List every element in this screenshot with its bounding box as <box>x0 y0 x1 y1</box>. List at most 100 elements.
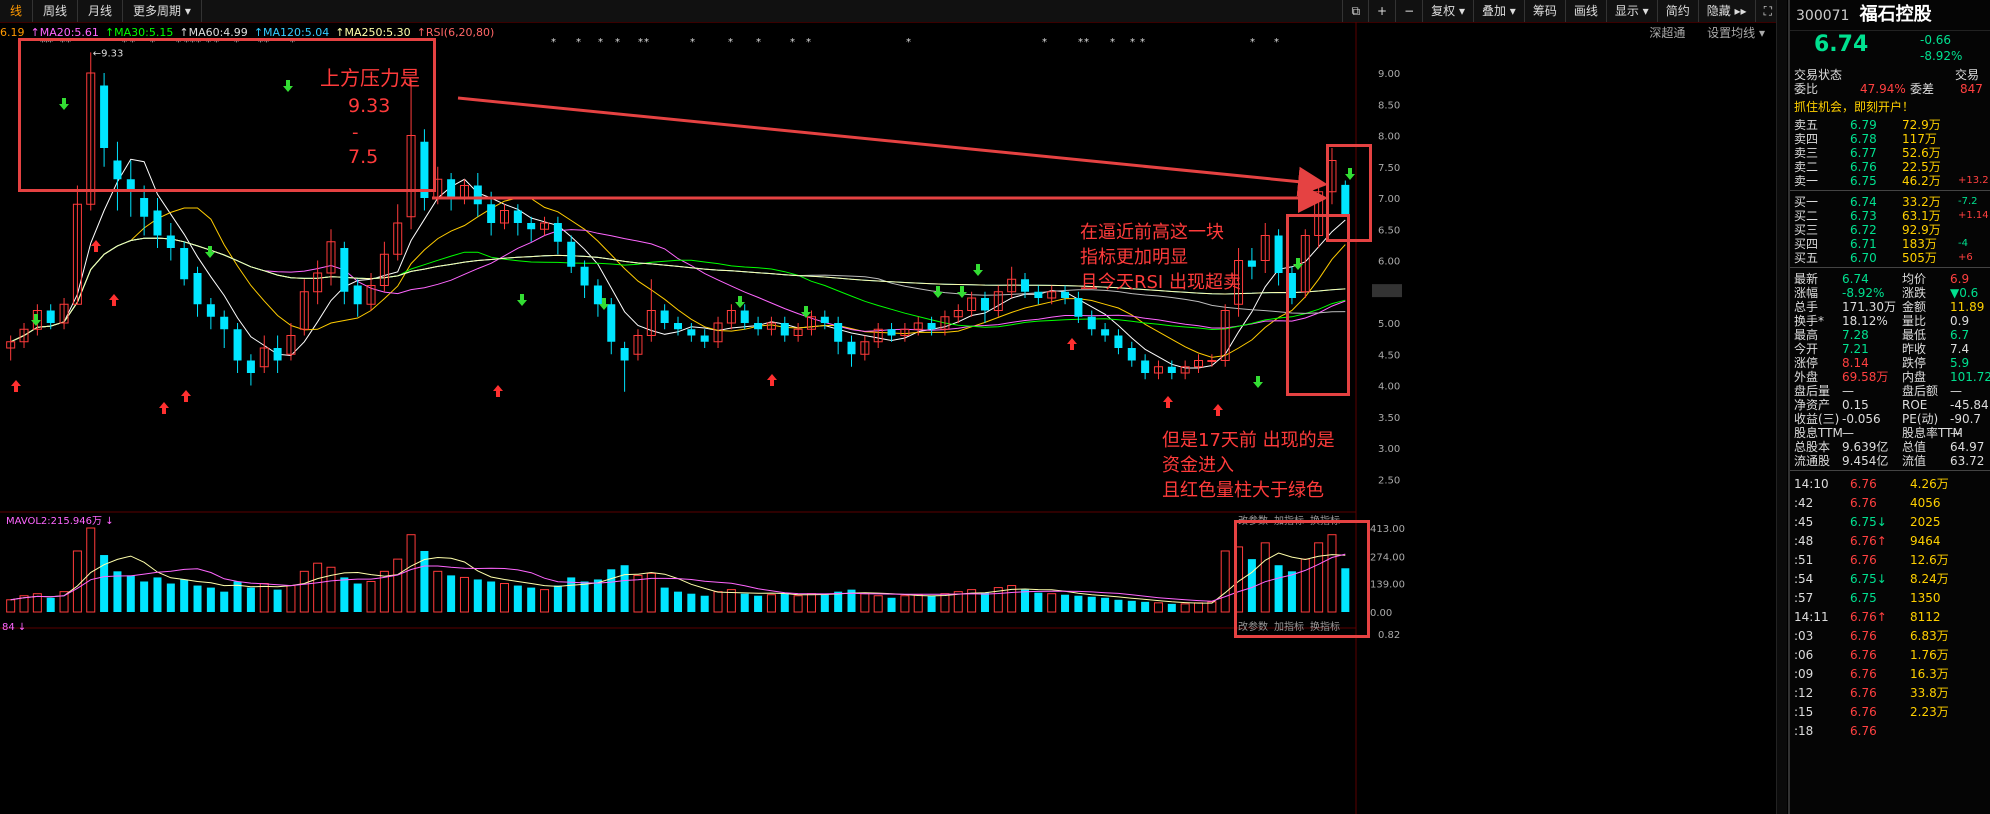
candle-body <box>166 235 175 248</box>
volume-surge-box <box>1234 520 1370 638</box>
volume-bar <box>673 591 683 612</box>
stat-label: 涨跌 <box>1902 286 1927 300</box>
bids-level[interactable]: 买五 6.70 505万 +6 <box>1790 251 1990 265</box>
tick-volume: 33.8万 <box>1910 686 1949 700</box>
volume-bar <box>687 593 696 612</box>
sell-signal-arrow <box>801 306 811 318</box>
price-axis-label: 3.00 <box>1378 444 1400 455</box>
ask-levels: 卖五 6.79 72.9万 卖四 6.78 117万 卖三 6.77 52.6万 卖二 6.76 22… <box>1790 118 1990 188</box>
buy-signal-arrow <box>91 240 101 252</box>
volume-bar <box>620 565 629 612</box>
tick-time: :03 <box>1794 629 1814 643</box>
candle-body <box>1247 260 1256 267</box>
level-delta: +13.2 <box>1958 175 1989 186</box>
panel-splitter[interactable] <box>1776 0 1787 814</box>
volume-bar <box>72 550 82 613</box>
volume-bar <box>46 597 55 612</box>
level-price: 6.74 <box>1850 195 1877 209</box>
volume-bar <box>607 569 616 612</box>
candle-body <box>1061 291 1070 298</box>
volume-bar <box>1114 599 1123 612</box>
stock-name[interactable]: 福石控股 <box>1860 4 1932 25</box>
recent-rally-box <box>1286 214 1350 396</box>
volume-note-line2: 资金进入 <box>1162 455 1234 476</box>
promo-text[interactable]: 抓住机会，即刻开户！ <box>1794 100 1914 114</box>
tick-time: :48 <box>1794 534 1814 548</box>
asks-level[interactable]: 卖二 6.76 22.5万 <box>1790 160 1990 174</box>
volume-bar <box>660 587 669 612</box>
bids-level[interactable]: 买四 6.71 183万 -4 <box>1790 237 1990 251</box>
stat-label: 总值 <box>1902 440 1927 454</box>
volume-bar <box>1021 589 1030 612</box>
resistance-low: 7.5 <box>348 146 379 168</box>
bids-level[interactable]: 买一 6.74 33.2万 -7.2 <box>1790 195 1990 209</box>
stat-row: 换手* 18.12% 量比 0.9 <box>1790 314 1990 328</box>
candle-body <box>1207 360 1217 362</box>
bids-level[interactable]: 买三 6.72 92.9万 <box>1790 223 1990 237</box>
volume-bar <box>220 591 229 612</box>
asks-level[interactable]: 卖一 6.75 46.2万 +13.2 <box>1790 174 1990 188</box>
tick-volume: 2025 <box>1910 515 1941 529</box>
tick-price: 6.76 <box>1850 477 1877 491</box>
signal-star: * <box>728 37 733 48</box>
tick-price: 6.76↑ <box>1850 610 1887 624</box>
stats-divider <box>1790 267 1990 270</box>
volume-bar <box>633 574 643 613</box>
asks-level[interactable]: 卖三 6.77 52.6万 <box>1790 146 1990 160</box>
stat-label: 跌停 <box>1902 356 1927 370</box>
tick-time: :18 <box>1794 724 1814 738</box>
quote-panel: 300071 福石控股 6.74 -0.66 -8.92% 交易状态 交易 委比… <box>1788 0 1990 814</box>
promo-link[interactable]: 抓住机会，即刻开户！ <box>1790 100 1990 114</box>
volume-bar <box>793 595 803 613</box>
candle-body <box>834 323 843 342</box>
tick-price: 6.75↓ <box>1850 572 1887 586</box>
volume-bar <box>513 585 522 612</box>
stat-row: 总手 171.30万 金额 11.89 <box>1790 300 1990 314</box>
level-volume: 505万 <box>1902 251 1937 265</box>
tick-time: :09 <box>1794 667 1814 681</box>
stat-value: 11.89 <box>1950 300 1985 314</box>
volume-bar <box>140 581 149 612</box>
volume-bar <box>393 558 403 613</box>
stat-value: — <box>1842 384 1854 398</box>
tick-time: :42 <box>1794 496 1814 510</box>
price-axis-label: 5.00 <box>1378 319 1400 330</box>
signal-star: * <box>790 37 795 48</box>
asks-level[interactable]: 卖四 6.78 117万 <box>1790 132 1990 146</box>
volume-bar <box>473 579 482 612</box>
candle-body <box>1274 235 1283 273</box>
volume-bar <box>766 594 776 613</box>
stat-row: 流通股 9.454亿 流值 63.72 <box>1790 454 1990 468</box>
current-price-marker <box>1372 284 1402 298</box>
candle-body <box>927 323 936 330</box>
stat-value: — <box>1950 384 1962 398</box>
candle-body <box>580 266 589 286</box>
tick-time: :06 <box>1794 648 1814 662</box>
tick-price: 6.76 <box>1850 667 1877 681</box>
volume-note-line1: 但是17天前 出现的是 <box>1162 430 1335 451</box>
stat-value: 6.9 <box>1950 272 1970 286</box>
price-axis-label: 6.00 <box>1378 257 1400 268</box>
candle-body <box>513 210 522 223</box>
volume-bar <box>166 583 175 612</box>
level-price: 6.70 <box>1850 251 1877 265</box>
buy-signal-arrow <box>1213 404 1223 416</box>
stat-row: 收益(三) -0.056 PE(动) -90.7 <box>1790 412 1990 426</box>
price-change: -0.66 -8.92% <box>1920 32 1962 64</box>
stat-label: 涨停 <box>1794 356 1819 370</box>
stat-value: -0.056 <box>1842 412 1881 426</box>
level-delta: +6 <box>1958 252 1973 263</box>
buy-signal-arrow <box>159 402 169 414</box>
stat-row: 最高 7.28 最低 6.7 <box>1790 328 1990 342</box>
level-price: 6.79 <box>1850 118 1877 132</box>
tick-price: 6.76 <box>1850 724 1877 738</box>
tick-volume: 1350 <box>1910 591 1941 605</box>
tick-volume: 4.26万 <box>1910 477 1949 491</box>
tick-volume: 8.24万 <box>1910 572 1949 586</box>
bids-level[interactable]: 买二 6.73 63.1万 +1.14 <box>1790 209 1990 223</box>
tick-time: 14:11 <box>1794 610 1829 624</box>
asks-level[interactable]: 卖五 6.79 72.9万 <box>1790 118 1990 132</box>
stat-value: 7.4 <box>1950 342 1970 356</box>
volume-bar <box>1220 550 1230 613</box>
stat-value: 5.9 <box>1950 356 1970 370</box>
